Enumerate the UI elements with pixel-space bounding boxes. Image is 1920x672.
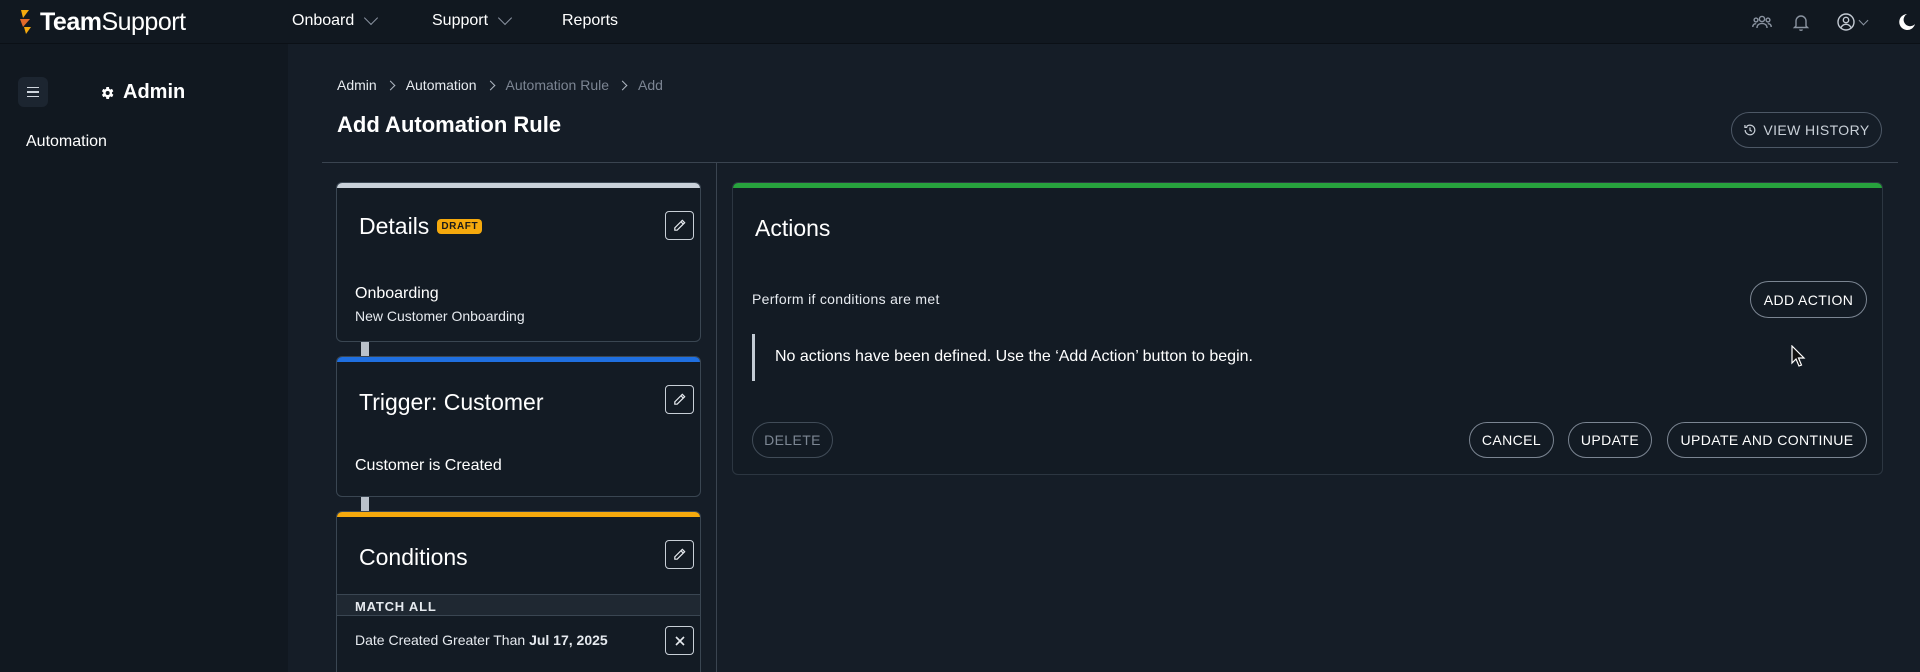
chevron-down-icon xyxy=(497,10,513,26)
add-action-button[interactable]: ADD ACTION xyxy=(1750,281,1867,318)
breadcrumb: Admin Automation Automation Rule Add xyxy=(337,77,663,93)
team-icon[interactable] xyxy=(1752,12,1772,32)
edit-trigger-button[interactable] xyxy=(665,385,694,414)
conditions-card-title: Conditions xyxy=(359,544,468,570)
flow-connector xyxy=(361,497,369,511)
actions-title: Actions xyxy=(755,215,831,241)
user-account-menu[interactable] xyxy=(1836,12,1869,32)
trigger-card-title: Trigger: Customer xyxy=(359,389,544,415)
pencil-icon xyxy=(674,548,686,560)
history-icon xyxy=(1744,124,1756,136)
teamsupport-logo-icon xyxy=(20,10,31,34)
conditions-card: Conditions MATCH ALL Date Created Greate… xyxy=(336,511,701,672)
nav-support-label: Support xyxy=(432,12,489,29)
card-accent-bar xyxy=(733,183,1882,188)
hamburger-icon xyxy=(27,86,39,89)
edit-conditions-button[interactable] xyxy=(665,540,694,569)
divider xyxy=(716,163,717,672)
top-navigation-bar: TeamSupport Onboard Support Reports xyxy=(0,0,1920,44)
condition-text: Date Created Greater Than xyxy=(355,632,526,648)
chevron-right-icon xyxy=(385,80,396,90)
chevron-down-icon xyxy=(1858,15,1869,25)
nav-reports-label: Reports xyxy=(562,12,619,29)
details-card-title: Details DRAFT xyxy=(359,213,483,240)
card-accent-bar xyxy=(337,512,700,517)
sidebar-title-label: Admin xyxy=(123,81,186,103)
mouse-cursor-icon xyxy=(1791,345,1806,367)
gear-icon xyxy=(101,86,114,99)
pencil-icon xyxy=(674,219,686,231)
nav-support[interactable]: Support xyxy=(432,10,513,30)
breadcrumb-admin[interactable]: Admin xyxy=(337,77,377,93)
card-accent-bar xyxy=(337,183,700,188)
pencil-icon xyxy=(674,393,686,405)
status-badge: DRAFT xyxy=(437,219,483,234)
details-card: Details DRAFT Onboarding New Customer On… xyxy=(336,182,701,342)
update-and-continue-button[interactable]: UPDATE AND CONTINUE xyxy=(1667,422,1867,458)
trigger-card: Trigger: Customer Customer is Created xyxy=(336,356,701,497)
empty-actions-alert: No actions have been defined. Use the ‘A… xyxy=(752,334,1852,381)
bell-icon[interactable] xyxy=(1791,12,1811,32)
chevron-down-icon xyxy=(364,10,379,26)
breadcrumb-automation-rule: Automation Rule xyxy=(505,77,610,93)
condition-value: Jul 17, 2025 xyxy=(529,632,608,648)
delete-button[interactable]: DELETE xyxy=(752,422,833,458)
match-all-header: MATCH ALL xyxy=(337,594,700,616)
hamburger-icon-line xyxy=(27,91,39,93)
empty-actions-message: No actions have been defined. Use the ‘A… xyxy=(775,348,1253,365)
card-accent-bar xyxy=(337,357,700,362)
sidebar-title: Admin xyxy=(99,81,185,104)
nav-onboard[interactable]: Onboard xyxy=(292,10,379,30)
cancel-button[interactable]: CANCEL xyxy=(1469,422,1554,458)
divider xyxy=(322,162,1898,163)
nav-reports[interactable]: Reports xyxy=(562,12,618,30)
edit-details-button[interactable] xyxy=(665,211,694,240)
perform-label: Perform if conditions are met xyxy=(752,291,940,307)
breadcrumb-automation[interactable]: Automation xyxy=(406,77,477,93)
sidebar-item-automation[interactable]: Automation xyxy=(26,133,107,151)
close-icon xyxy=(674,635,685,646)
flow-connector xyxy=(361,342,369,356)
logo-text: TeamSupport xyxy=(40,7,186,36)
condition-row: Date Created Greater Than Jul 17, 2025 xyxy=(355,632,608,648)
main-content: Admin Automation Automation Rule Add Add… xyxy=(288,44,1920,672)
page-title: Add Automation Rule xyxy=(337,112,562,137)
sidebar: Admin Automation xyxy=(0,44,288,672)
user-account-icon xyxy=(1837,13,1855,31)
view-history-label: VIEW HISTORY xyxy=(1763,122,1870,138)
details-primary: Onboarding xyxy=(355,285,439,302)
update-button[interactable]: UPDATE xyxy=(1568,422,1652,458)
breadcrumb-add: Add xyxy=(638,77,663,93)
dark-mode-moon-icon[interactable] xyxy=(1894,12,1916,32)
view-history-button[interactable]: VIEW HISTORY xyxy=(1731,112,1882,148)
chevron-right-icon xyxy=(485,80,495,90)
actions-panel: Actions Perform if conditions are met AD… xyxy=(732,182,1883,475)
details-secondary: New Customer Onboarding xyxy=(355,308,525,324)
chevron-right-icon xyxy=(617,80,628,90)
teamsupport-logo[interactable]: TeamSupport xyxy=(18,8,186,36)
details-title: Details xyxy=(359,213,430,239)
trigger-body: Customer is Created xyxy=(355,457,502,474)
hamburger-icon-line xyxy=(27,95,39,98)
remove-condition-button[interactable] xyxy=(665,626,694,655)
nav-onboard-label: Onboard xyxy=(292,12,355,29)
hamburger-menu-button[interactable] xyxy=(18,77,48,107)
